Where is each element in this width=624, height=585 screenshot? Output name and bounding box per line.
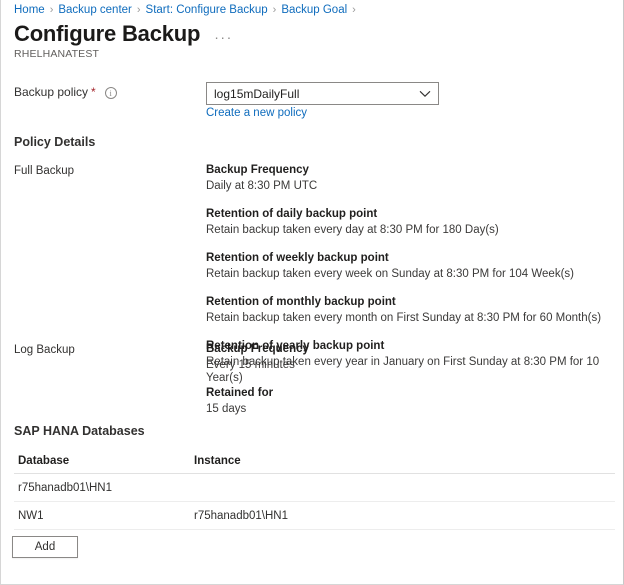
chevron-down-icon (412, 90, 438, 98)
column-header-database: Database (14, 455, 194, 467)
create-new-policy-link[interactable]: Create a new policy (206, 107, 307, 119)
detail-group: Backup Frequency Every 15 minutes (206, 341, 616, 373)
detail-title: Backup Frequency (206, 162, 616, 178)
detail-group: Backup Frequency Daily at 8:30 PM UTC (206, 162, 616, 194)
table-header-row: Database Instance (14, 448, 615, 474)
breadcrumb-separator-icon: › (273, 4, 277, 16)
log-backup-details: Backup Frequency Every 15 minutes Retain… (206, 341, 616, 417)
sap-hana-databases-heading: SAP HANA Databases (14, 424, 145, 438)
more-options-icon[interactable]: ··· (214, 32, 233, 42)
breadcrumb-item-backup-center[interactable]: Backup center (58, 4, 132, 16)
detail-group: Retention of monthly backup point Retain… (206, 294, 616, 326)
breadcrumb: Home › Backup center › Start: Configure … (14, 2, 361, 18)
breadcrumb-item-start-configure-backup[interactable]: Start: Configure Backup (146, 4, 268, 16)
detail-title: Retention of monthly backup point (206, 294, 616, 310)
breadcrumb-item-home[interactable]: Home (14, 4, 45, 16)
detail-text: 15 days (206, 401, 616, 417)
page-title-row: Configure Backup ··· (14, 21, 233, 47)
table-row[interactable]: NW1 r75hanadb01\HN1 (14, 502, 615, 530)
backup-policy-select[interactable]: log15mDailyFull (206, 82, 439, 105)
column-header-instance: Instance (194, 455, 615, 467)
detail-text: Daily at 8:30 PM UTC (206, 178, 616, 194)
log-backup-label: Log Backup (14, 344, 75, 356)
detail-title: Retention of daily backup point (206, 206, 616, 222)
detail-group: Retention of daily backup point Retain b… (206, 206, 616, 238)
detail-text: Retain backup taken every week on Sunday… (206, 266, 616, 282)
databases-table: Database Instance r75hanadb01\HN1 NW1 r7… (14, 448, 615, 530)
page-subtitle: RHELHANATEST (14, 48, 99, 60)
backup-policy-selected-value: log15mDailyFull (207, 87, 412, 101)
full-backup-label: Full Backup (14, 165, 74, 177)
breadcrumb-item-backup-goal[interactable]: Backup Goal (281, 4, 347, 16)
detail-text: Retain backup taken every month on First… (206, 310, 616, 326)
detail-title: Backup Frequency (206, 341, 616, 357)
detail-text: Retain backup taken every day at 8:30 PM… (206, 222, 616, 238)
detail-title: Retained for (206, 385, 616, 401)
detail-group: Retention of weekly backup point Retain … (206, 250, 616, 282)
breadcrumb-separator-icon: › (137, 4, 141, 16)
cell-database: r75hanadb01\HN1 (14, 482, 194, 494)
page-title: Configure Backup (14, 21, 200, 47)
backup-policy-form-row: Backup policy * i log15mDailyFull Create… (14, 82, 614, 106)
backup-policy-label-text: Backup policy (14, 85, 88, 99)
required-marker: * (91, 85, 96, 99)
breadcrumb-separator-icon: › (352, 4, 356, 16)
breadcrumb-separator-icon: › (50, 4, 54, 16)
info-icon[interactable]: i (105, 87, 117, 99)
detail-title: Retention of weekly backup point (206, 250, 616, 266)
table-row[interactable]: r75hanadb01\HN1 (14, 474, 615, 502)
cell-database: NW1 (14, 510, 194, 522)
configure-backup-page: Home › Backup center › Start: Configure … (0, 0, 624, 585)
cell-instance: r75hanadb01\HN1 (194, 510, 615, 522)
detail-text: Every 15 minutes (206, 357, 616, 373)
add-button[interactable]: Add (12, 536, 78, 558)
detail-group: Retained for 15 days (206, 385, 616, 417)
backup-policy-label: Backup policy * i (14, 85, 117, 99)
policy-details-heading: Policy Details (14, 135, 95, 149)
